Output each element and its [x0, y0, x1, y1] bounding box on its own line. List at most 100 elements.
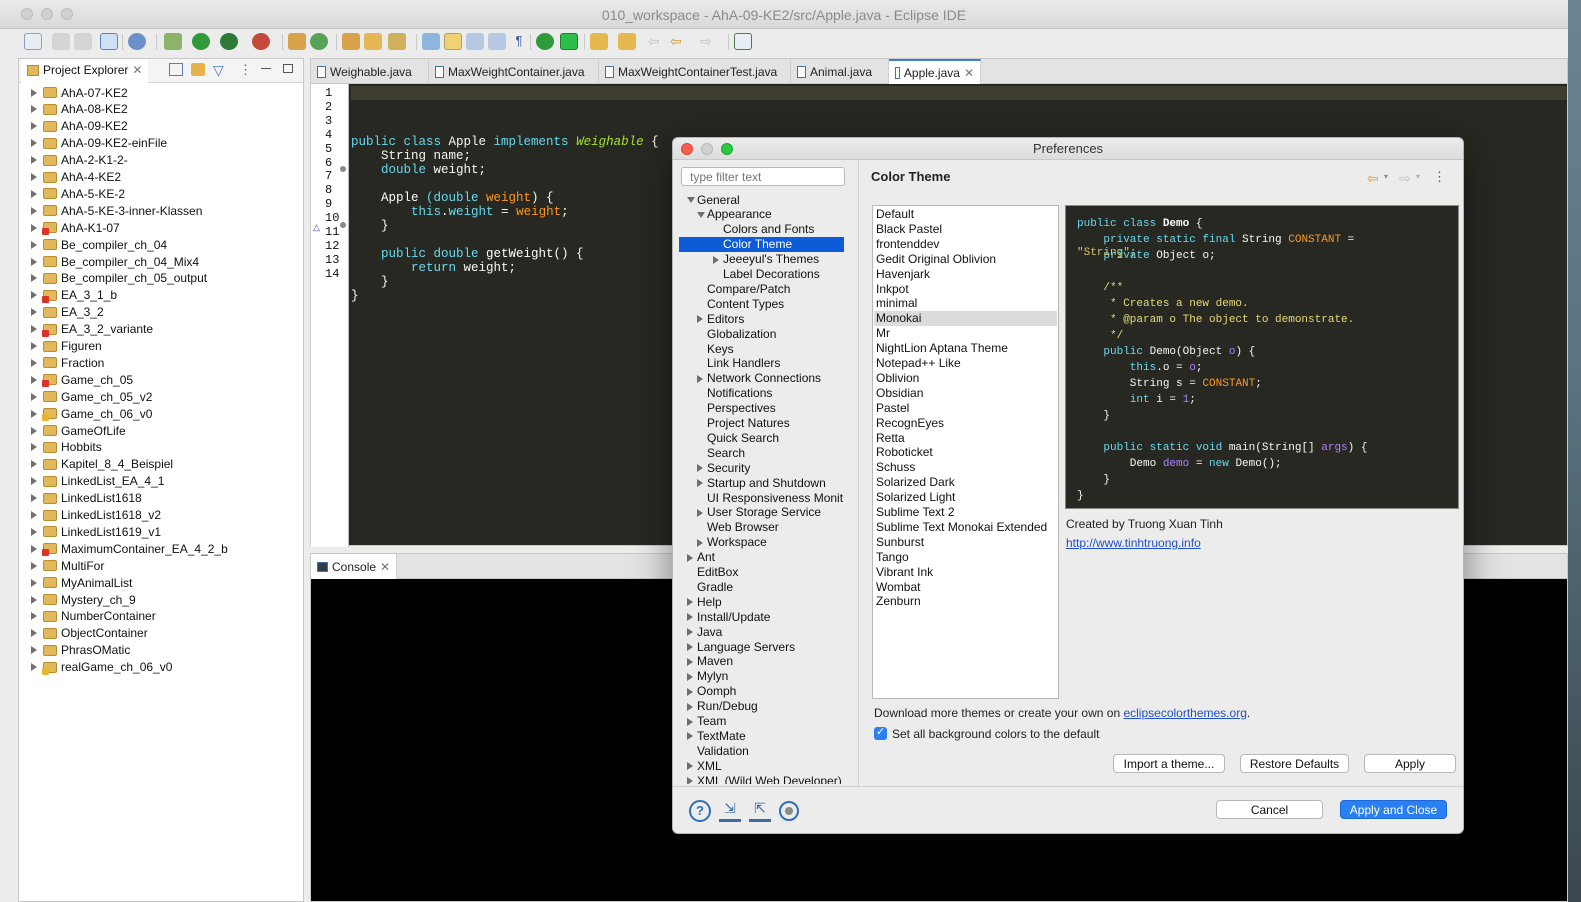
previous-edit-icon[interactable]	[618, 33, 636, 50]
pref-tree-item[interactable]: Editors	[679, 311, 844, 326]
pref-tree-item[interactable]: Quick Search	[679, 430, 844, 445]
pref-tree-item[interactable]: Maven	[679, 654, 844, 669]
project-tree-item[interactable]: AhA-07-KE2	[31, 84, 128, 101]
expand-arrow-icon[interactable]	[687, 643, 693, 651]
theme-list-item[interactable]: minimal	[874, 296, 1057, 311]
menu-icon[interactable]: ⋮	[1433, 169, 1446, 185]
word-wrap-icon[interactable]	[488, 33, 506, 50]
editor-tab[interactable]: Animal.java	[791, 59, 889, 84]
project-tree-item[interactable]: EA_3_1_b	[31, 287, 117, 304]
expand-arrow-icon[interactable]	[31, 173, 37, 181]
expand-arrow-icon[interactable]	[687, 717, 693, 726]
pref-tree-item[interactable]: Run/Debug	[679, 699, 844, 714]
theme-list-item[interactable]: Notepad++ Like	[874, 356, 1057, 371]
project-tree-item[interactable]: Be_compiler_ch_04_Mix4	[31, 253, 199, 270]
expand-arrow-icon[interactable]	[31, 240, 37, 249]
editor-tab[interactable]: Apple.java ✕	[889, 59, 981, 84]
theme-list-item[interactable]: Zenburn	[874, 594, 1057, 609]
project-tree-item[interactable]: Kapitel_8_4_Beispiel	[31, 456, 173, 473]
fold-icon[interactable]	[340, 222, 346, 228]
expand-arrow-icon[interactable]	[31, 358, 37, 367]
project-tree-item[interactable]: AhA-08-KE2	[31, 101, 128, 118]
cancel-button[interactable]: Cancel	[1216, 800, 1323, 819]
pref-tree-item[interactable]: Colors and Fonts	[679, 222, 844, 237]
oomph-icon[interactable]	[779, 801, 799, 821]
export-prefs-icon[interactable]: ⇱	[749, 800, 771, 822]
expand-arrow-icon[interactable]	[31, 375, 37, 384]
pref-tree-item[interactable]: Label Decorations	[679, 267, 844, 282]
project-tree-item[interactable]: AhA-2-K1-2-	[31, 152, 128, 169]
theme-list-item[interactable]: Havenjark	[874, 267, 1057, 282]
expand-arrow-icon[interactable]	[687, 657, 693, 666]
chevron-down-icon[interactable]: ▾	[1416, 172, 1420, 181]
expand-arrow-icon[interactable]	[31, 494, 37, 503]
expand-arrow-icon[interactable]	[31, 409, 37, 418]
expand-arrow-icon[interactable]	[697, 479, 703, 488]
open-task-icon[interactable]	[388, 33, 406, 50]
expand-arrow-icon[interactable]	[697, 464, 703, 473]
theme-list-item[interactable]: RecognEyes	[874, 416, 1057, 431]
pref-tree-item[interactable]: XML (Wild Web Developer)	[679, 773, 844, 784]
pref-tree-item[interactable]: Compare/Patch	[679, 281, 844, 296]
help-icon[interactable]: ?	[689, 800, 711, 822]
project-tree-item[interactable]: GameOfLife	[31, 422, 126, 439]
theme-list-item[interactable]: Solarized Dark	[874, 475, 1057, 490]
project-tree-item[interactable]: MultiFor	[31, 557, 104, 574]
project-tree-item[interactable]: AhA-K1-07	[31, 219, 120, 236]
filter-icon[interactable]: ▽	[213, 62, 224, 79]
theme-list-item[interactable]: Roboticket	[874, 445, 1057, 460]
pref-tree-item[interactable]: General	[679, 192, 844, 207]
run-icon[interactable]	[192, 33, 210, 50]
expand-arrow-icon[interactable]	[31, 629, 37, 638]
expand-arrow-icon[interactable]	[31, 325, 37, 334]
close-icon[interactable]: ✕	[964, 66, 974, 80]
coverage-icon[interactable]	[220, 33, 238, 50]
project-tree-item[interactable]: NumberContainer	[31, 608, 156, 625]
expand-arrow-icon[interactable]	[31, 291, 37, 300]
theme-list-item[interactable]: Solarized Light	[874, 490, 1057, 505]
project-tree-item[interactable]: LinkedList1618	[31, 490, 142, 507]
pref-tree-item[interactable]: XML	[679, 758, 844, 773]
mark-occurrences-icon[interactable]	[444, 33, 462, 50]
pref-tree-item[interactable]: TextMate	[679, 728, 844, 743]
expand-arrow-icon[interactable]	[31, 646, 37, 655]
expand-arrow-icon[interactable]	[687, 613, 693, 622]
expand-arrow-icon[interactable]	[31, 460, 37, 469]
pref-tree-item[interactable]: UI Responsiveness Monit	[679, 490, 844, 505]
back-icon[interactable]: ⇦	[1367, 170, 1379, 187]
theme-list-item[interactable]: Monokai	[874, 311, 1057, 327]
theme-list-item[interactable]: Gedit Original Oblivion	[874, 252, 1057, 267]
pref-tree-item[interactable]: Ant	[679, 550, 844, 565]
editor-tab[interactable]: Weighable.java	[311, 59, 429, 84]
expand-arrow-icon[interactable]	[31, 595, 37, 604]
expand-arrow-icon[interactable]	[31, 578, 37, 587]
collapse-arrow-icon[interactable]	[697, 211, 705, 218]
project-tree-item[interactable]: Mystery_ch_9	[31, 591, 136, 608]
pref-tree-item[interactable]: Globalization	[679, 326, 844, 341]
expand-arrow-icon[interactable]	[713, 255, 719, 264]
show-whitespace-icon[interactable]: ¶	[510, 33, 528, 50]
restore-defaults-button[interactable]: Restore Defaults	[1240, 754, 1349, 773]
pref-tree-item[interactable]: User Storage Service	[679, 505, 844, 520]
import-prefs-icon[interactable]: ⇲	[719, 800, 741, 822]
forward-icon[interactable]: ⇨	[700, 33, 718, 50]
apply-and-close-button[interactable]: Apply and Close	[1340, 800, 1447, 819]
pref-tree-item[interactable]: Appearance	[679, 207, 844, 222]
expand-arrow-icon[interactable]	[31, 544, 37, 553]
project-tree-item[interactable]: Figuren	[31, 338, 102, 355]
theme-list-item[interactable]: Obsidian	[874, 386, 1057, 401]
expand-arrow-icon[interactable]	[687, 628, 693, 637]
project-tree-item[interactable]: Game_ch_05	[31, 371, 133, 388]
expand-arrow-icon[interactable]	[31, 392, 37, 401]
project-tree-item[interactable]: Game_ch_06_v0	[31, 405, 152, 422]
pref-tree-item[interactable]: Project Natures	[679, 416, 844, 431]
zoom-dialog-button[interactable]	[721, 143, 733, 155]
import-theme-button[interactable]: Import a theme...	[1113, 754, 1225, 773]
theme-list-item[interactable]: Sublime Text 2	[874, 505, 1057, 520]
minimize-dialog-button[interactable]	[701, 143, 713, 155]
project-tree-item[interactable]: LinkedList_EA_4_1	[31, 473, 164, 490]
project-tree-item[interactable]: realGame_ch_06_v0	[31, 659, 172, 676]
theme-author-link[interactable]: http://www.tinhtruong.info	[1066, 536, 1201, 550]
project-tree-item[interactable]: MyAnimalList	[31, 574, 132, 591]
expand-arrow-icon[interactable]	[31, 612, 37, 621]
